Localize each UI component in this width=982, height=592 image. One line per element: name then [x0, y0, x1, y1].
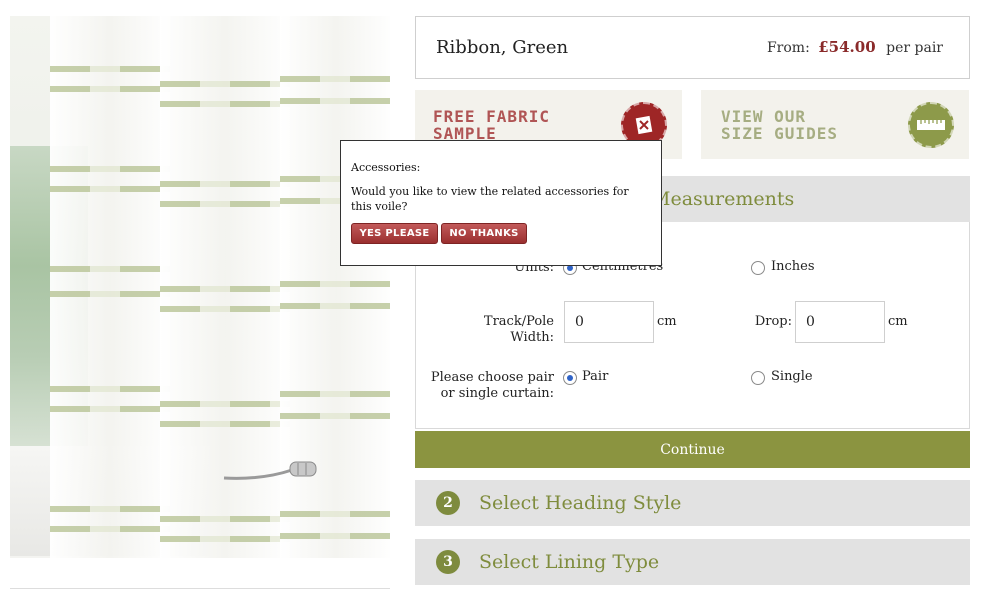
product-image — [10, 16, 390, 558]
dialog-title: Accessories: — [351, 161, 421, 174]
pair-radio[interactable] — [563, 371, 577, 385]
pair-label-line2: or single curtain: — [440, 386, 554, 401]
step-title: Select Lining Type — [479, 551, 660, 573]
no-thanks-button[interactable]: NO THANKS — [441, 223, 527, 244]
size-guides-banner[interactable]: VIEW OUR SIZE GUIDES — [701, 90, 969, 159]
drop-unit: cm — [888, 314, 908, 329]
width-label-line1: Track/Pole — [483, 314, 554, 329]
drop-label: Drop: — [754, 314, 792, 329]
width-label-line2: Width: — [510, 330, 554, 345]
pair-label: Please choose pair or single curtain: — [426, 370, 554, 402]
continue-button[interactable]: Continue — [415, 431, 970, 468]
step-lining-type[interactable]: 3 Select Lining Type — [415, 539, 970, 585]
pair-label-line1: Please choose pair — [430, 370, 554, 385]
fabric-banner-line1: FREE FABRIC — [433, 107, 550, 126]
single-radio[interactable] — [751, 371, 765, 385]
yes-please-button[interactable]: YES PLEASE — [351, 223, 438, 244]
product-header: Ribbon, Green From: £54.00 per pair — [415, 16, 970, 79]
inches-label[interactable]: Inches — [771, 259, 815, 274]
width-input[interactable] — [564, 301, 654, 343]
step-number-badge: 2 — [436, 491, 460, 515]
accessories-dialog: Accessories: Would you like to view the … — [340, 140, 662, 266]
curtain-holdback — [223, 461, 317, 480]
pair-option-label[interactable]: Pair — [582, 369, 608, 384]
size-banner-line1: VIEW OUR — [721, 107, 807, 126]
drop-input[interactable] — [795, 301, 885, 343]
measurements-title: Measurements — [651, 188, 795, 210]
inches-radio[interactable] — [751, 261, 765, 275]
step-number-badge: 3 — [436, 550, 460, 574]
price-display: From: £54.00 per pair — [767, 38, 943, 56]
step-heading-style[interactable]: 2 Select Heading Style — [415, 480, 970, 526]
width-label: Track/Pole Width: — [456, 314, 554, 346]
price-value: £54.00 — [818, 38, 876, 56]
product-name: Ribbon, Green — [436, 37, 569, 58]
price-suffix: per pair — [886, 40, 943, 56]
step-title: Select Heading Style — [479, 492, 682, 514]
width-unit: cm — [657, 314, 677, 329]
from-label: From: — [766, 40, 810, 56]
single-option-label[interactable]: Single — [771, 369, 813, 384]
dialog-message: Would you like to view the related acces… — [351, 185, 629, 213]
size-banner-line2: SIZE GUIDES — [721, 124, 838, 143]
image-caption-strip — [10, 588, 390, 592]
tape-measure-icon — [908, 102, 954, 148]
